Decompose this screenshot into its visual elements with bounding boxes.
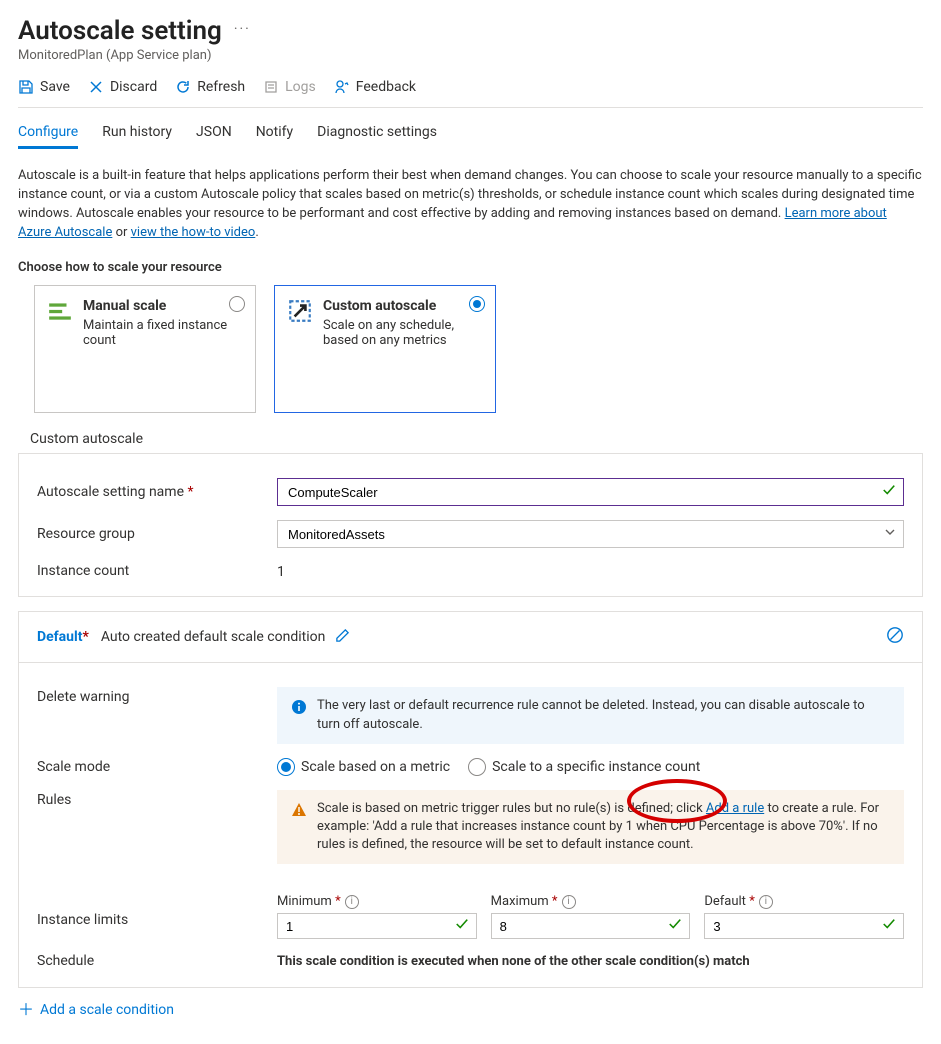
- rules-label: Rules: [37, 790, 277, 808]
- more-icon[interactable]: ···: [234, 21, 251, 37]
- howto-video-link[interactable]: view the how-to video: [131, 225, 256, 240]
- page-subtitle: MonitoredPlan (App Service plan): [18, 48, 923, 63]
- check-icon: [882, 917, 896, 935]
- manual-scale-card[interactable]: Manual scale Maintain a fixed instance c…: [34, 285, 256, 413]
- default-input[interactable]: [704, 913, 904, 939]
- custom-autoscale-title: Custom autoscale: [323, 298, 483, 314]
- close-icon: [88, 79, 104, 95]
- tab-run-history[interactable]: Run history: [102, 118, 172, 149]
- rules-warning-message: Scale is based on metric trigger rules b…: [277, 790, 904, 865]
- custom-autoscale-heading: Custom autoscale: [30, 431, 923, 447]
- info-icon[interactable]: i: [562, 895, 576, 909]
- settings-panel: Autoscale setting name * Resource group: [18, 453, 923, 597]
- scale-mode-metric-radio[interactable]: Scale based on a metric: [277, 758, 450, 776]
- manual-scale-desc: Maintain a fixed instance count: [83, 318, 243, 348]
- custom-autoscale-icon: [287, 298, 313, 324]
- refresh-icon: [175, 79, 191, 95]
- autoscale-name-input[interactable]: [277, 478, 904, 506]
- manual-scale-title: Manual scale: [83, 298, 243, 314]
- condition-panel: Default* Auto created default scale cond…: [18, 611, 923, 988]
- check-icon: [668, 917, 682, 935]
- chevron-down-icon: [884, 526, 896, 542]
- tab-json[interactable]: JSON: [196, 118, 232, 149]
- min-label: Minimum *i: [277, 894, 477, 909]
- min-input[interactable]: [277, 913, 477, 939]
- max-label: Maximum *i: [491, 894, 691, 909]
- scale-mode-count-radio[interactable]: Scale to a specific instance count: [468, 758, 700, 776]
- instance-count-label: Instance count: [37, 563, 277, 579]
- tab-configure[interactable]: Configure: [18, 118, 78, 149]
- scale-mode-label: Scale mode: [37, 759, 277, 775]
- custom-autoscale-desc: Scale on any schedule, based on any metr…: [323, 318, 483, 348]
- tab-diagnostic[interactable]: Diagnostic settings: [317, 118, 437, 149]
- delete-warning-label: Delete warning: [37, 687, 277, 705]
- info-icon: [291, 699, 307, 715]
- feedback-icon: [334, 79, 350, 95]
- save-icon: [18, 79, 34, 95]
- warning-icon: [291, 802, 307, 818]
- check-icon: [882, 483, 896, 501]
- tab-notify[interactable]: Notify: [256, 118, 293, 149]
- discard-button[interactable]: Discard: [88, 79, 157, 95]
- feedback-button[interactable]: Feedback: [334, 79, 416, 95]
- plus-icon: ＋: [18, 1002, 34, 1018]
- info-icon[interactable]: i: [345, 895, 359, 909]
- delete-warning-message: The very last or default recurrence rule…: [277, 687, 904, 743]
- condition-title: Default*: [37, 629, 89, 645]
- choose-label: Choose how to scale your resource: [18, 260, 923, 275]
- custom-autoscale-card[interactable]: Custom autoscale Scale on any schedule, …: [274, 285, 496, 413]
- resource-group-label: Resource group: [37, 526, 277, 542]
- page-title: Autoscale setting: [18, 16, 222, 46]
- max-input[interactable]: [491, 913, 691, 939]
- manual-scale-icon: [47, 298, 73, 324]
- instance-limits-label: Instance limits: [37, 894, 277, 928]
- condition-subtitle: Auto created default scale condition: [101, 629, 326, 645]
- delete-icon[interactable]: [886, 626, 904, 648]
- logs-icon: [263, 79, 279, 95]
- schedule-label: Schedule: [37, 953, 277, 969]
- autoscale-name-label: Autoscale setting name *: [37, 484, 277, 500]
- save-button[interactable]: Save: [18, 79, 70, 95]
- info-icon[interactable]: i: [759, 895, 773, 909]
- resource-group-select[interactable]: [277, 520, 904, 548]
- check-icon: [455, 917, 469, 935]
- add-a-rule-link[interactable]: Add a rule: [706, 801, 764, 816]
- default-label: Default *i: [704, 894, 904, 909]
- add-scale-condition-link[interactable]: ＋ Add a scale condition: [18, 1002, 923, 1018]
- pencil-icon[interactable]: [335, 628, 350, 647]
- logs-button: Logs: [263, 79, 316, 95]
- tab-bar: Configure Run history JSON Notify Diagno…: [18, 118, 923, 149]
- intro-text: Autoscale is a built-in feature that hel…: [18, 167, 923, 242]
- refresh-button[interactable]: Refresh: [175, 79, 245, 95]
- schedule-text: This scale condition is executed when no…: [277, 954, 904, 969]
- separator: [18, 107, 923, 108]
- instance-count-value: 1: [277, 562, 904, 580]
